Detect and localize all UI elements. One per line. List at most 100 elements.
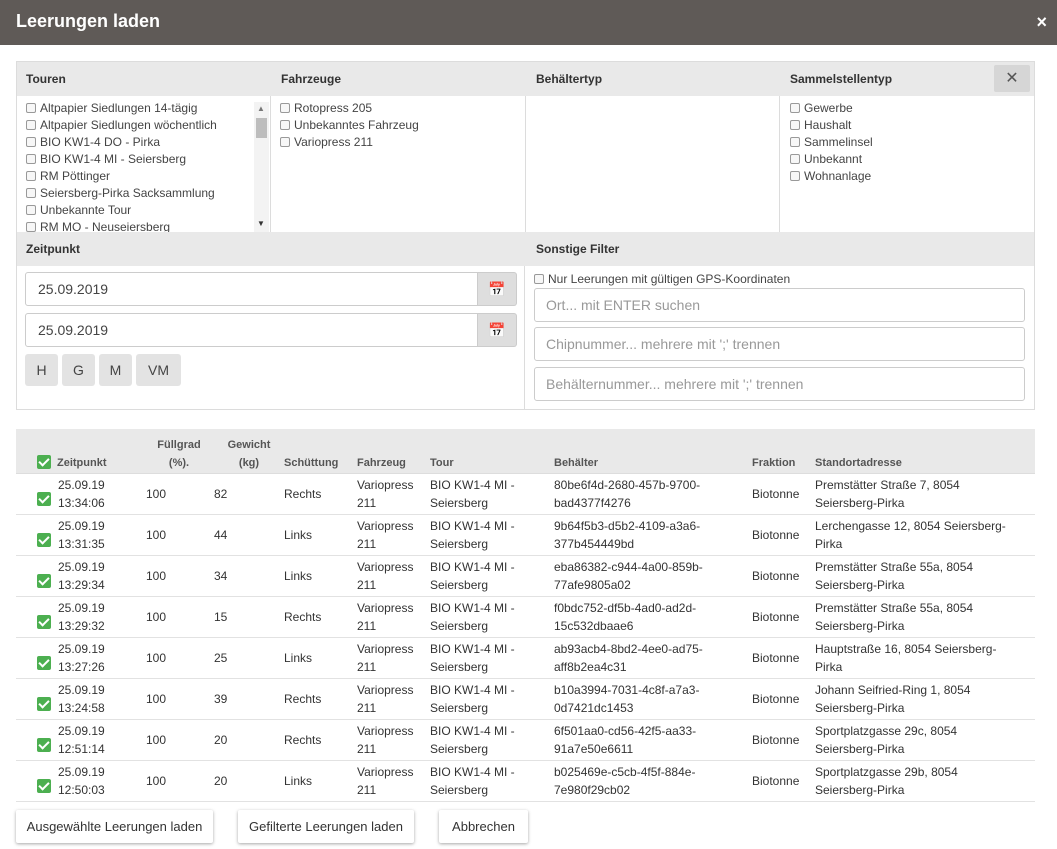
row-select-cell[interactable] — [16, 555, 58, 597]
col-fraktion[interactable]: Fraktion — [752, 429, 815, 474]
touren-list[interactable]: Altpapier Siedlungen 14-tägig Altpapier S… — [17, 96, 271, 232]
col-fuellgrad[interactable]: Füllgrad (%). — [144, 429, 214, 474]
behaelternummer-input[interactable]: Behälternummer... mehrere mit ';' trenne… — [534, 367, 1025, 401]
row-select-cell[interactable] — [16, 596, 58, 638]
fahrzeuge-list[interactable]: Rotopress 205 Unbekanntes Fahrzeug Variopr… — [271, 96, 526, 232]
check-icon[interactable] — [37, 655, 51, 670]
checkbox[interactable] — [26, 120, 36, 130]
cell-tour: BIO KW1-4 MI - Seiersberg — [430, 596, 554, 638]
table-row[interactable]: 25.09.19 13:31:35 100 44 Links Variopress 211 B… — [16, 514, 1035, 556]
quick-g-button[interactable]: G — [62, 354, 95, 386]
table-row[interactable]: 25.09.19 12:50:03 100 20 Links Variopress 211 B… — [16, 760, 1035, 802]
behaeltertyp-list[interactable] — [526, 96, 780, 232]
sammelstellentyp-option[interactable]: Haushalt — [790, 117, 873, 134]
chipnummer-input[interactable]: Chipnummer... mehrere mit ';' trennen — [534, 327, 1025, 361]
calendar-icon[interactable]: 📅 — [478, 313, 517, 347]
calendar-icon[interactable]: 📅 — [478, 272, 517, 306]
row-select-cell[interactable] — [16, 637, 58, 679]
sammelstellentyp-list[interactable]: Gewerbe Haushalt Sammelinsel Unbekannt Wohna… — [780, 96, 1034, 232]
row-select-cell[interactable] — [16, 760, 58, 802]
tour-option[interactable]: RM Pöttinger — [26, 168, 254, 185]
checkbox[interactable] — [26, 137, 36, 147]
fahrzeug-option[interactable]: Unbekanntes Fahrzeug — [280, 117, 419, 134]
tour-option[interactable]: RM MO - Neuseiersberg — [26, 219, 254, 232]
checkbox[interactable] — [790, 103, 800, 113]
date-to-input[interactable]: 25.09.2019 — [25, 313, 478, 347]
col-gewicht[interactable]: Gewicht (kg) — [214, 429, 284, 474]
cell-schuettung: Links — [284, 637, 357, 679]
check-icon[interactable] — [37, 696, 51, 711]
checkbox[interactable] — [280, 120, 290, 130]
gps-checkbox[interactable] — [534, 274, 544, 284]
quick-vm-button[interactable]: VM — [136, 354, 181, 386]
quick-m-button[interactable]: M — [99, 354, 132, 386]
fahrzeug-option[interactable]: Variopress 211 — [280, 134, 419, 151]
col-behaelter[interactable]: Behälter — [554, 429, 752, 474]
close-filter-icon[interactable]: ✕ — [994, 65, 1030, 92]
scroll-down-icon[interactable]: ▼ — [257, 219, 265, 228]
check-icon[interactable] — [37, 491, 51, 506]
checkbox[interactable] — [790, 137, 800, 147]
tour-option[interactable]: Unbekannte Tour — [26, 202, 254, 219]
checkbox[interactable] — [280, 103, 290, 113]
col-schuettung[interactable]: Schüttung — [284, 429, 357, 474]
table-row[interactable]: 25.09.19 12:51:14 100 20 Rechts Variopress 211… — [16, 719, 1035, 761]
row-select-cell[interactable] — [16, 514, 58, 556]
check-icon[interactable] — [37, 573, 51, 588]
sammelstellentyp-option[interactable]: Sammelinsel — [790, 134, 873, 151]
close-icon[interactable]: × — [1036, 12, 1047, 33]
col-tour[interactable]: Tour — [430, 429, 554, 474]
tour-option[interactable]: BIO KW1-4 MI - Seiersberg — [26, 151, 254, 168]
check-icon[interactable] — [37, 532, 51, 547]
table-row[interactable]: 25.09.19 13:34:06 100 82 Rechts Variopress 211… — [16, 473, 1035, 515]
checkbox[interactable] — [280, 137, 290, 147]
cell-fuellgrad: 100 — [144, 719, 214, 761]
table-row[interactable]: 25.09.19 13:24:58 100 39 Rechts Variopress 211… — [16, 678, 1035, 720]
table-row[interactable]: 25.09.19 13:29:34 100 34 Links Variopress 211 B… — [16, 555, 1035, 597]
scroll-up-icon[interactable]: ▲ — [257, 104, 265, 113]
check-icon[interactable] — [37, 778, 51, 793]
checkbox[interactable] — [790, 154, 800, 164]
date-from-input[interactable]: 25.09.2019 — [25, 272, 478, 306]
table-row[interactable]: 25.09.19 13:29:32 100 15 Rechts Variopress 211… — [16, 596, 1035, 638]
cancel-button[interactable]: Abbrechen — [439, 810, 528, 843]
load-selected-button[interactable]: Ausgewählte Leerungen laden — [16, 810, 213, 843]
col-fahrzeug[interactable]: Fahrzeug — [357, 429, 430, 474]
tour-option[interactable]: Altpapier Siedlungen 14-tägig — [26, 100, 254, 117]
checkbox[interactable] — [26, 154, 36, 164]
sammelstellentyp-option[interactable]: Unbekannt — [790, 151, 873, 168]
cell-behaelter: ab93acb4-8bd2-4ee0-ad75- aff8b2ea4c31 — [554, 637, 752, 679]
cell-schuettung: Rechts — [284, 719, 357, 761]
checkbox[interactable] — [26, 188, 36, 198]
fahrzeug-option[interactable]: Rotopress 205 — [280, 100, 419, 117]
check-icon[interactable] — [37, 454, 51, 469]
tour-option[interactable]: Altpapier Siedlungen wöchentlich — [26, 117, 254, 134]
col-zeitpunkt[interactable]: Zeitpunkt — [57, 429, 144, 474]
check-icon[interactable] — [37, 737, 51, 752]
check-icon[interactable] — [37, 614, 51, 629]
table-row[interactable]: 25.09.19 13:27:26 100 25 Links Variopress 211 B… — [16, 637, 1035, 679]
cell-standort: Premstätter Straße 7, 8054 Seiersberg-Pir… — [815, 473, 1035, 515]
checkbox[interactable] — [790, 171, 800, 181]
ort-search-input[interactable]: Ort... mit ENTER suchen — [534, 288, 1025, 322]
row-select-cell[interactable] — [16, 719, 58, 761]
col-standort[interactable]: Standortadresse — [815, 429, 1035, 474]
checkbox[interactable] — [790, 120, 800, 130]
scroll-thumb[interactable] — [256, 118, 267, 138]
load-filtered-button[interactable]: Gefilterte Leerungen laden — [238, 810, 414, 843]
checkbox[interactable] — [26, 171, 36, 181]
sammelstellentyp-option[interactable]: Gewerbe — [790, 100, 873, 117]
cell-gewicht: 39 — [214, 678, 284, 720]
checkbox[interactable] — [26, 222, 36, 232]
sammelstellentyp-option[interactable]: Wohnanlage — [790, 168, 873, 185]
select-all-cell[interactable] — [16, 429, 58, 474]
tour-option[interactable]: BIO KW1-4 DO - Pirka — [26, 134, 254, 151]
checkbox[interactable] — [26, 205, 36, 215]
tour-option[interactable]: Seiersberg-Pirka Sacksammlung — [26, 185, 254, 202]
row-select-cell[interactable] — [16, 473, 58, 515]
row-select-cell[interactable] — [16, 678, 58, 720]
quick-h-button[interactable]: H — [25, 354, 58, 386]
touren-scrollbar[interactable]: ▲ ▼ — [254, 102, 269, 232]
checkbox[interactable] — [26, 103, 36, 113]
gps-filter[interactable]: Nur Leerungen mit gültigen GPS-Koordinat… — [534, 272, 790, 286]
